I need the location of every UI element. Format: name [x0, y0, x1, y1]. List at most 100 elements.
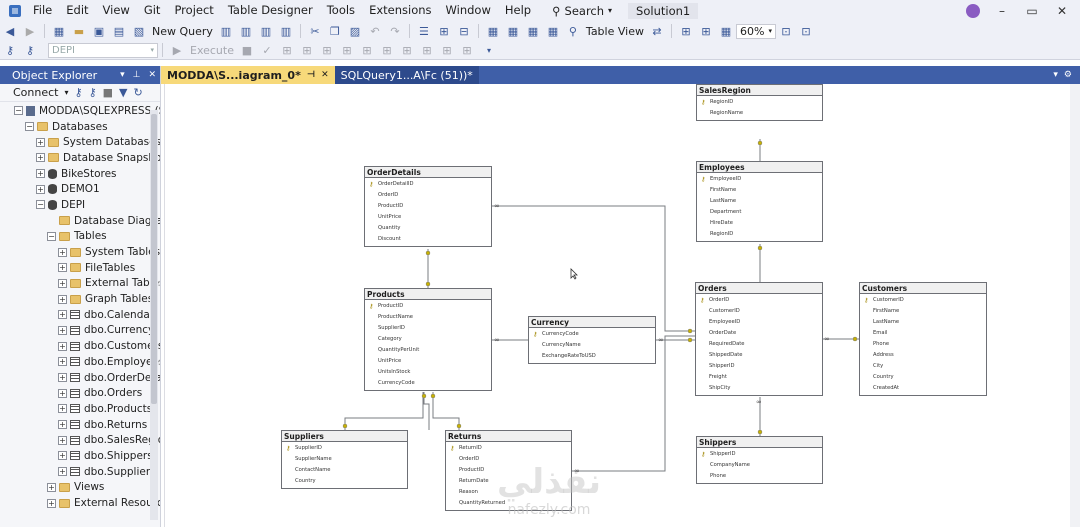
table-column[interactable]: RegionID	[700, 229, 819, 240]
table-column[interactable]: SupplierName	[285, 454, 404, 465]
diagram-canvas[interactable]: ∞ ∞ ∞ ∞ ∞ ∞ SalesRegionRegionIDRegionNam…	[164, 84, 1070, 527]
copy-icon[interactable]: ❐	[327, 24, 343, 39]
change-connection-icon[interactable]: ⚷	[22, 43, 38, 58]
table-suppliers[interactable]: SuppliersSupplierIDSupplierNameContactNa…	[281, 430, 408, 489]
table-column[interactable]: ReturnDate	[449, 476, 568, 487]
recalc-pages-icon[interactable]: ⊞	[698, 24, 714, 39]
table-title[interactable]: Returns	[446, 431, 571, 442]
table-column[interactable]: ContactName	[285, 465, 404, 476]
table-title[interactable]: Shippers	[697, 437, 822, 448]
query2-icon[interactable]: ▥	[238, 24, 254, 39]
canvas-scrollbar[interactable]	[1070, 84, 1080, 527]
tree-node[interactable]: − Tables	[0, 229, 160, 245]
tree-node[interactable]: + dbo.Currency	[0, 323, 160, 339]
arrange-tables-icon[interactable]: ⇄	[649, 24, 665, 39]
tree-node[interactable]: + dbo.Suppliers	[0, 464, 160, 480]
pin-icon[interactable]: ⊥	[133, 70, 141, 80]
table-column[interactable]: Email	[863, 328, 983, 339]
table-products[interactable]: ProductsProductIDProductNameSupplierIDCa…	[364, 288, 492, 391]
primary-key-column[interactable]: ReturnID	[449, 443, 568, 454]
table-column[interactable]: ShippedDate	[699, 350, 819, 361]
table-column[interactable]: Reason	[449, 487, 568, 498]
plan-icon[interactable]: ⊞	[279, 43, 295, 58]
table-column[interactable]: ShipperID	[699, 361, 819, 372]
tree-node[interactable]: + System Tables	[0, 244, 160, 260]
comment-icon[interactable]: ⊞	[399, 43, 415, 58]
expand-icon[interactable]: +	[36, 184, 45, 194]
table-view-button[interactable]: Table View	[586, 25, 644, 38]
table-column[interactable]: LastName	[700, 196, 819, 207]
table-shippers[interactable]: ShippersShipperIDCompanyNamePhone	[696, 436, 823, 484]
menu-project[interactable]: Project	[167, 0, 220, 21]
table-column[interactable]: UnitPrice	[368, 212, 488, 223]
expand-icon[interactable]: +	[58, 404, 67, 414]
expand-icon[interactable]: +	[36, 169, 45, 179]
table-title[interactable]: Orders	[696, 283, 822, 294]
primary-key-column[interactable]: ProductID	[368, 301, 488, 312]
table-column[interactable]: HireDate	[700, 218, 819, 229]
tree-node[interactable]: + dbo.Employees	[0, 354, 160, 370]
table-title[interactable]: OrderDetails	[365, 167, 491, 178]
collapse-icon[interactable]: −	[25, 122, 34, 132]
tree-node[interactable]: + dbo.Products	[0, 401, 160, 417]
query3-icon[interactable]: ▥	[258, 24, 274, 39]
tree-node[interactable]: + Graph Tables	[0, 291, 160, 307]
table-column[interactable]: UnitPrice	[368, 356, 488, 367]
table-column[interactable]: Phone	[863, 339, 983, 350]
menu-help[interactable]: Help	[498, 0, 538, 21]
primary-key-column[interactable]: SupplierID	[285, 443, 404, 454]
minimize-icon[interactable]: –	[994, 4, 1010, 18]
new-query-button[interactable]: New Query	[152, 25, 213, 38]
expand-icon[interactable]: +	[58, 420, 67, 430]
expand-icon[interactable]: +	[47, 482, 56, 492]
table-column[interactable]: ProductID	[449, 465, 568, 476]
collapse-icon[interactable]: −	[14, 106, 23, 116]
query-options-icon[interactable]: ⊞	[299, 43, 315, 58]
menu-table-designer[interactable]: Table Designer	[221, 0, 320, 21]
primary-key-column[interactable]: EmployeeID	[700, 174, 819, 185]
tree-node[interactable]: + dbo.Shippers	[0, 448, 160, 464]
results-grid-icon[interactable]: ⊞	[359, 43, 375, 58]
table-column[interactable]: Country	[285, 476, 404, 487]
expand-icon[interactable]: +	[58, 263, 67, 273]
execute-button[interactable]: Execute	[190, 44, 234, 57]
table-salesregion[interactable]: SalesRegionRegionIDRegionName	[696, 84, 823, 121]
table-column[interactable]: Phone	[700, 471, 819, 482]
paste-icon[interactable]: ▨	[347, 24, 363, 39]
redo-icon[interactable]: ↷	[387, 24, 403, 39]
save-icon[interactable]: ▣	[91, 24, 107, 39]
table-column[interactable]: UnitsInStock	[368, 367, 488, 378]
back-icon[interactable]: ◀	[2, 24, 18, 39]
table-column[interactable]: Quantity	[368, 223, 488, 234]
table-column[interactable]: OrderID	[449, 454, 568, 465]
table-column[interactable]: Department	[700, 207, 819, 218]
table-title[interactable]: Employees	[697, 162, 822, 173]
table-column[interactable]: ProductName	[368, 312, 488, 323]
filter-icon[interactable]: ▼	[119, 86, 127, 99]
table-customers[interactable]: CustomersCustomerIDFirstNameLastNameEmai…	[859, 282, 987, 396]
scrollbar-thumb[interactable]	[151, 114, 157, 404]
table-column[interactable]: FirstName	[863, 306, 983, 317]
results-icon[interactable]: ⊞	[339, 43, 355, 58]
indent-icon[interactable]: ⊞	[439, 43, 455, 58]
zoom-select[interactable]: 60% ▾	[735, 23, 776, 39]
table-view-icon[interactable]: ⚲	[565, 24, 581, 39]
expand-icon[interactable]: +	[58, 373, 67, 383]
show-labels-icon[interactable]: ⊡	[798, 24, 814, 39]
stop-icon[interactable]: ■	[103, 86, 113, 99]
new-table-icon[interactable]: ▦	[525, 24, 541, 39]
tree-node[interactable]: + FileTables	[0, 260, 160, 276]
collapse-icon[interactable]: −	[47, 231, 56, 241]
intellisense-icon[interactable]: ⊞	[319, 43, 335, 58]
expand-icon[interactable]: +	[58, 467, 67, 477]
table-title[interactable]: Suppliers	[282, 431, 407, 442]
outdent-icon[interactable]: ⊞	[459, 43, 475, 58]
parse-icon[interactable]: ✓	[259, 43, 275, 58]
tab-sql-query[interactable]: SQLQuery1...A\Fc (51))*	[334, 66, 479, 84]
table-orderdetails[interactable]: OrderDetailsOrderDetailIDOrderIDProductI…	[364, 166, 492, 247]
table-title[interactable]: SalesRegion	[697, 85, 822, 96]
restore-icon[interactable]: ▭	[1024, 4, 1040, 18]
menu-git[interactable]: Git	[137, 0, 168, 21]
expand-icon[interactable]: +	[58, 325, 67, 335]
arrange-selection-icon[interactable]: ⊡	[778, 24, 794, 39]
